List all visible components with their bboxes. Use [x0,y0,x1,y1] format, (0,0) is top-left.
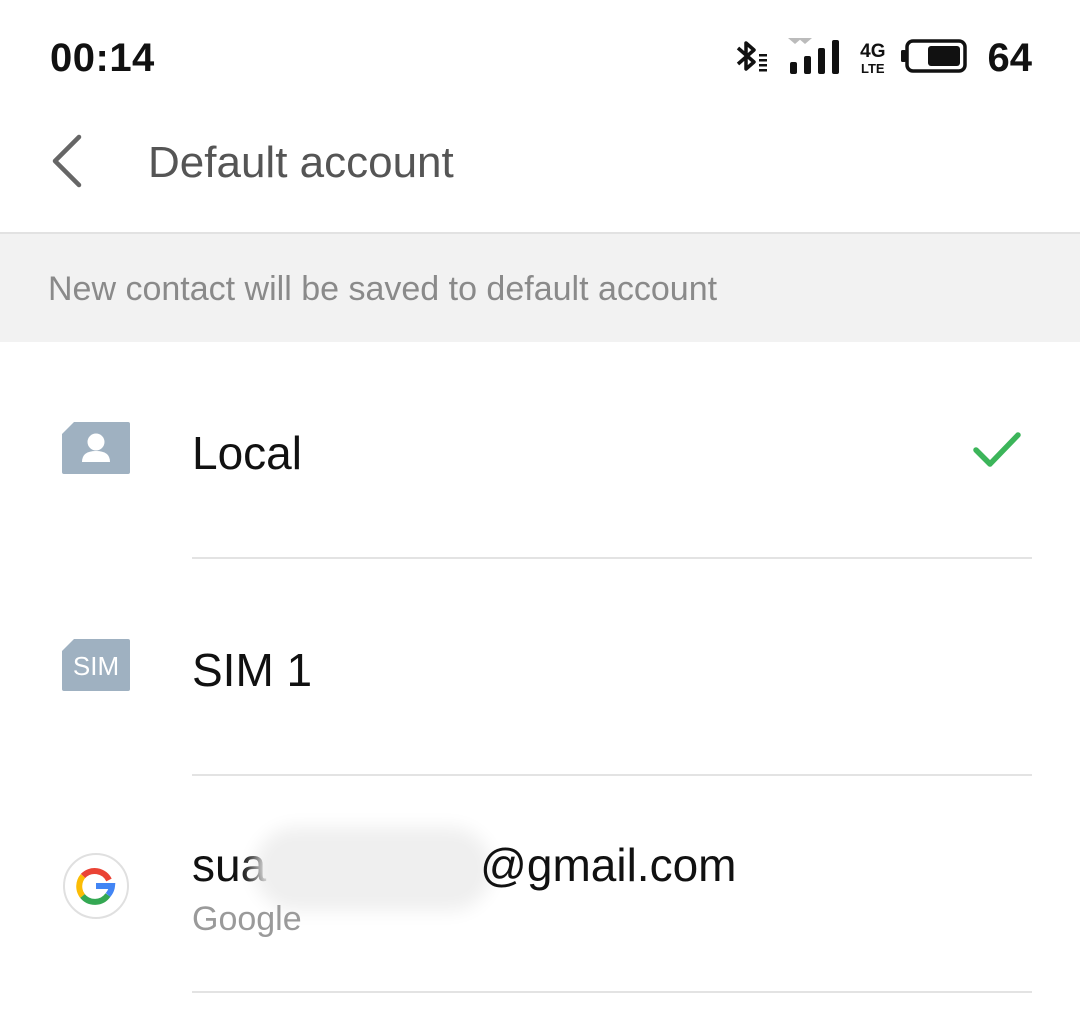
network-lte-label: LTE [861,60,885,76]
redacted-blur [268,840,479,897]
account-row-google[interactable]: sua @gmail.com Google [0,776,1080,993]
check-icon [972,430,1022,470]
account-row-sim1[interactable]: SIM SIM 1 [0,559,1080,776]
lte-icon: 4G LTE [860,42,885,75]
account-label: Local [192,427,302,479]
account-type-label: Google [192,900,302,938]
divider [192,991,1032,993]
email-suffix: @gmail.com [480,839,737,891]
account-label: SIM 1 [192,644,313,696]
signal-icon [786,36,846,81]
hint-bar: New contact will be saved to default acc… [0,234,1080,342]
account-list: Local SIM SIM 1 sua @gmail.com Google [0,342,1080,993]
page-title: Default account [148,138,454,187]
sim-icon-text: SIM [73,651,119,681]
account-row-local[interactable]: Local [0,342,1080,559]
email-prefix: sua [192,839,267,891]
sim-card-icon: SIM [62,635,130,703]
status-time: 00:14 [50,36,155,80]
battery-icon [900,38,968,78]
chevron-left-icon [47,133,87,194]
network-type-label: 4G [860,40,886,62]
status-icons: 4G LTE 64 [732,34,1032,82]
toolbar: Default account [0,110,1080,234]
status-bar: 00:14 4G LTE 64 [0,0,1080,110]
account-email: sua @gmail.com [192,838,736,897]
battery-level: 64 [987,35,1033,80]
bluetooth-icon [732,36,772,81]
hint-text: New contact will be saved to default acc… [48,270,718,308]
google-icon [62,852,130,920]
back-button[interactable] [32,128,102,198]
local-contact-icon [62,418,130,486]
